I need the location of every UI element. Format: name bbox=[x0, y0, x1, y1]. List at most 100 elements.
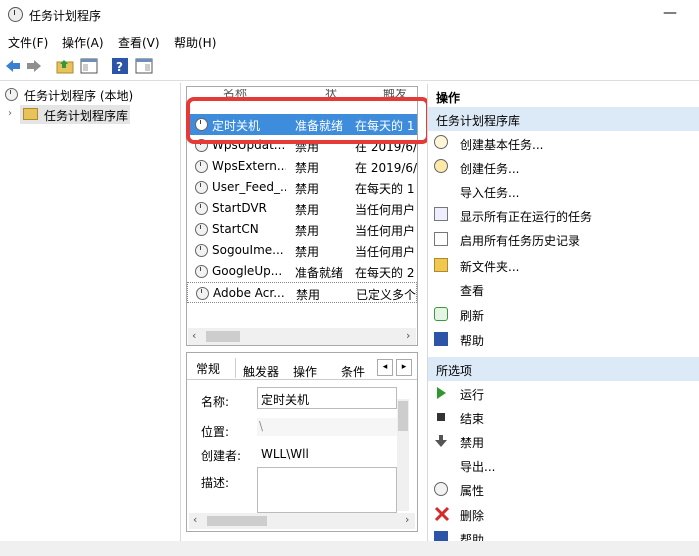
action-help[interactable]: 帮助 bbox=[460, 332, 484, 349]
menu-view[interactable]: 查看(V) bbox=[118, 34, 160, 51]
history-icon bbox=[434, 232, 448, 246]
cell-status: 准备就绪 bbox=[295, 266, 344, 280]
label-author: 创建者: bbox=[201, 449, 242, 463]
chevron-right-icon[interactable]: › bbox=[8, 108, 12, 119]
menu-help[interactable]: 帮助(H) bbox=[174, 34, 216, 51]
cell-name: StartCN bbox=[212, 222, 259, 236]
scroll-right-icon[interactable]: › bbox=[405, 513, 409, 526]
run-icon bbox=[434, 386, 448, 400]
name-field[interactable]: 定时关机 bbox=[257, 387, 397, 409]
cell-status: 禁用 bbox=[295, 224, 320, 238]
cell-name: User_Feed_... bbox=[212, 180, 286, 194]
tree-item-label: 任务计划程序库 bbox=[44, 109, 129, 123]
scroll-left-icon[interactable]: ‹ bbox=[192, 329, 196, 342]
action-properties[interactable]: 属性 bbox=[460, 482, 484, 499]
toolbar: ? bbox=[0, 53, 699, 81]
clock-icon bbox=[5, 88, 18, 101]
action-new-folder[interactable]: 新文件夹... bbox=[460, 258, 519, 275]
tab-general[interactable]: 常规 bbox=[196, 360, 220, 377]
show-hide-action-pane-icon[interactable] bbox=[135, 57, 153, 75]
running-tasks-icon bbox=[434, 207, 448, 221]
help-icon[interactable]: ? bbox=[111, 57, 129, 75]
section-selected[interactable]: 所选项 bbox=[428, 357, 699, 381]
minimize-button[interactable]: — bbox=[660, 6, 680, 24]
cell-trigger: 当任何用户 bbox=[355, 224, 416, 238]
cell-name: StartDVR bbox=[212, 201, 267, 215]
menu-action[interactable]: 操作(A) bbox=[62, 34, 104, 51]
menu-file[interactable]: 文件(F) bbox=[8, 34, 48, 51]
tab-scroll-left-icon[interactable]: ◂ bbox=[377, 359, 393, 376]
table-row[interactable]: StartDVR 禁用 当任何用户 bbox=[187, 198, 417, 219]
task-icon bbox=[195, 160, 208, 173]
location-field[interactable] bbox=[257, 418, 397, 436]
detail-horizontal-scrollbar[interactable]: ‹ › bbox=[189, 513, 415, 529]
scroll-thumb[interactable] bbox=[206, 331, 240, 342]
refresh-icon bbox=[434, 307, 448, 321]
cell-status: 禁用 bbox=[295, 182, 320, 196]
table-row[interactable]: GoogleUp... 准备就绪 在每天的 2 bbox=[187, 261, 417, 282]
action-export[interactable]: 导出... bbox=[460, 458, 495, 475]
task-icon bbox=[195, 181, 208, 194]
description-field[interactable] bbox=[257, 467, 397, 513]
stop-icon bbox=[434, 410, 448, 424]
table-row[interactable]: WpsExtern... 禁用 在 2019/6/ bbox=[187, 156, 417, 177]
actions-pane: 操作 任务计划程序库 创建基本任务... 创建任务... 导入任务... 显示所… bbox=[427, 84, 699, 556]
action-enable-history[interactable]: 启用所有任务历史记录 bbox=[460, 232, 580, 249]
action-refresh[interactable]: 刷新 bbox=[460, 307, 484, 324]
new-folder-icon bbox=[434, 258, 448, 272]
tab-triggers[interactable]: 触发器 bbox=[243, 363, 279, 380]
scroll-thumb[interactable] bbox=[398, 401, 408, 431]
forward-arrow-icon[interactable] bbox=[25, 57, 43, 75]
task-icon bbox=[195, 244, 208, 257]
tree-root-label[interactable]: 任务计划程序 (本地) bbox=[24, 87, 133, 104]
highlight-annotation bbox=[186, 97, 430, 144]
cell-status: 禁用 bbox=[296, 288, 321, 302]
action-run[interactable]: 运行 bbox=[460, 386, 484, 403]
action-import-task[interactable]: 导入任务... bbox=[460, 184, 519, 201]
detail-panel: 常规 触发器 操作 条件 ◂ ▸ 名称: 定时关机 位置: \ 创建者: WLL… bbox=[186, 352, 418, 532]
scroll-right-icon[interactable]: › bbox=[406, 329, 410, 342]
cell-name: SogouIme... bbox=[212, 243, 284, 257]
action-disable[interactable]: 禁用 bbox=[460, 434, 484, 451]
action-help-selected[interactable]: 帮助 bbox=[460, 531, 484, 541]
help-icon bbox=[434, 332, 448, 346]
action-view[interactable]: 查看 bbox=[460, 282, 484, 299]
cell-status: 禁用 bbox=[295, 161, 320, 175]
tab-conditions[interactable]: 条件 bbox=[341, 363, 365, 380]
task-icon bbox=[195, 223, 208, 236]
horizontal-scrollbar[interactable]: ‹ › bbox=[188, 328, 416, 345]
action-create-basic-task[interactable]: 创建基本任务... bbox=[460, 136, 543, 153]
action-show-running[interactable]: 显示所有正在运行的任务 bbox=[460, 208, 592, 225]
properties-icon bbox=[434, 482, 448, 496]
action-end[interactable]: 结束 bbox=[460, 410, 484, 427]
actions-header: 操作 bbox=[428, 84, 699, 108]
action-create-task[interactable]: 创建任务... bbox=[460, 160, 519, 177]
window-title: 任务计划程序 bbox=[29, 9, 102, 23]
cell-trigger: 在每天的 1 bbox=[355, 182, 415, 196]
label-name: 名称: bbox=[201, 395, 230, 409]
table-row[interactable]: Adobe Acr... 禁用 已定义多个 bbox=[187, 282, 417, 303]
task-icon bbox=[196, 287, 209, 300]
table-row[interactable]: StartCN 禁用 当任何用户 bbox=[187, 219, 417, 240]
vertical-scrollbar[interactable] bbox=[397, 399, 409, 511]
task-icon bbox=[195, 265, 208, 278]
action-delete[interactable]: 删除 bbox=[460, 507, 484, 524]
create-basic-task-icon bbox=[434, 135, 448, 149]
cell-trigger: 在 2019/6/ bbox=[355, 161, 417, 175]
tab-actions[interactable]: 操作 bbox=[293, 363, 317, 380]
cell-trigger: 已定义多个 bbox=[356, 288, 417, 302]
table-row[interactable]: SogouIme... 禁用 当任何用户 bbox=[187, 240, 417, 261]
tab-scroll-right-icon[interactable]: ▸ bbox=[396, 359, 412, 376]
section-library[interactable]: 任务计划程序库 bbox=[428, 107, 699, 131]
scroll-thumb[interactable] bbox=[207, 516, 267, 526]
back-arrow-icon[interactable] bbox=[4, 57, 22, 75]
folder-clock-icon bbox=[23, 108, 38, 120]
show-hide-console-tree-icon[interactable] bbox=[80, 57, 98, 75]
scroll-left-icon[interactable]: ‹ bbox=[193, 513, 197, 526]
tree-item-library[interactable]: 任务计划程序库 bbox=[20, 105, 130, 124]
tab-divider bbox=[235, 358, 236, 378]
up-folder-icon[interactable] bbox=[56, 57, 74, 75]
table-row[interactable]: User_Feed_... 禁用 在每天的 1 bbox=[187, 177, 417, 198]
task-scheduler-icon bbox=[8, 7, 23, 22]
cell-name: WpsExtern... bbox=[212, 159, 286, 173]
